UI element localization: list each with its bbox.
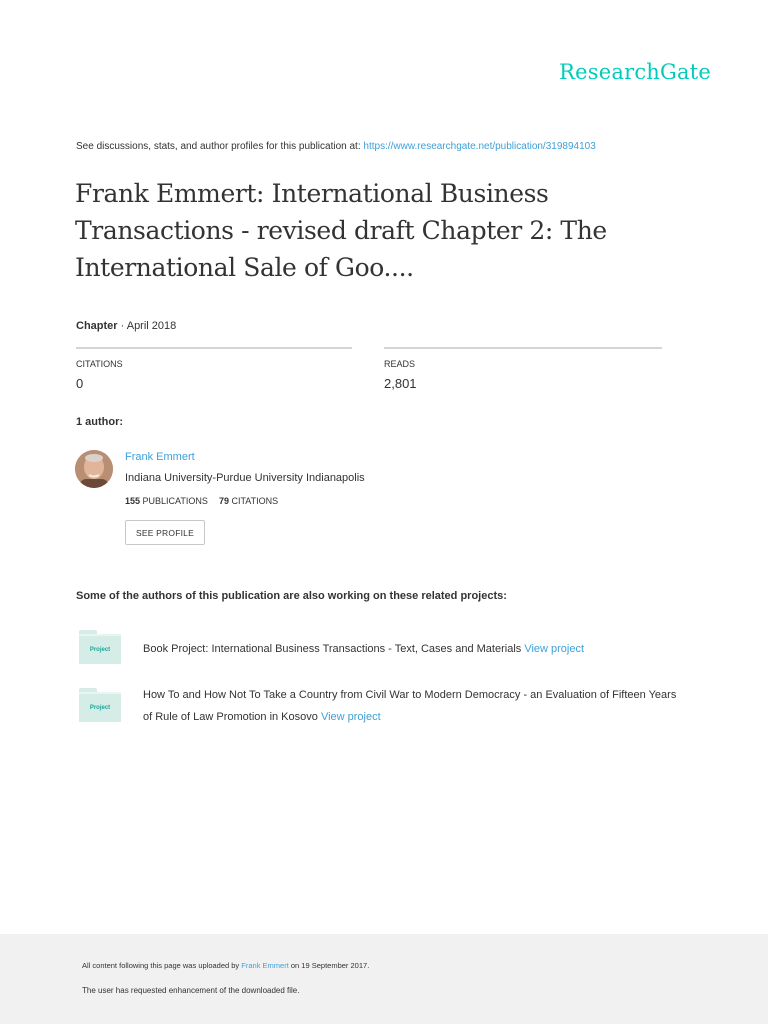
publication-type: Chapter (76, 320, 118, 332)
project-folder-icon: Project (79, 688, 121, 722)
reads-label: READS (384, 359, 416, 369)
upload-notice-suffix: on 19 September 2017. (288, 961, 370, 970)
author-institution: Indiana University-Purdue University Ind… (125, 472, 365, 484)
project-item: How To and How Not To Take a Country fro… (143, 684, 688, 728)
upload-notice: All content following this page was uplo… (82, 961, 369, 970)
author-citations-label: CITATIONS (231, 496, 279, 506)
author-publications-label: PUBLICATIONS (142, 496, 208, 506)
project-item: Book Project: International Business Tra… (143, 638, 703, 660)
author-stats: 155 PUBLICATIONS 79 CITATIONS (125, 496, 278, 506)
authors-heading: 1 author: (76, 416, 124, 428)
researchgate-logo[interactable]: ResearchGate (559, 60, 711, 84)
publication-date: · April 2018 (117, 320, 177, 332)
publication-cover-page: ResearchGate See discussions, stats, and… (0, 0, 768, 1024)
project-title: Book Project: International Business Tra… (143, 643, 525, 655)
upload-notice-prefix: All content following this page was uplo… (82, 961, 242, 970)
author-publications-count: 155 (125, 496, 141, 506)
citations-label: CITATIONS (76, 359, 123, 369)
related-projects-heading: Some of the authors of this publication … (76, 590, 507, 602)
project-title: How To and How Not To Take a Country fro… (143, 689, 677, 723)
author-avatar[interactable] (75, 450, 113, 488)
enhancement-notice: The user has requested enhancement of th… (82, 986, 300, 995)
author-photo-icon (75, 450, 113, 488)
discussion-notice-text: See discussions, stats, and author profi… (76, 141, 364, 152)
publication-meta: Chapter · April 2018 (76, 320, 176, 332)
discussion-notice: See discussions, stats, and author profi… (76, 141, 596, 152)
citations-divider (76, 347, 352, 349)
view-project-link[interactable]: View project (321, 711, 381, 723)
publication-url-link[interactable]: https://www.researchgate.net/publication… (363, 141, 595, 152)
uploader-link[interactable]: Frank Emmert (241, 961, 289, 970)
project-icon-label: Project (89, 647, 111, 653)
project-folder-icon: Project (79, 630, 121, 664)
publication-title: Frank Emmert: International Business Tra… (75, 179, 607, 282)
reads-divider (384, 347, 662, 349)
see-profile-button[interactable]: SEE PROFILE (125, 520, 205, 545)
citations-value: 0 (76, 376, 84, 391)
author-name-link[interactable]: Frank Emmert (125, 451, 195, 463)
author-citations-count: 79 (218, 496, 229, 506)
footer-panel (0, 934, 768, 1024)
view-project-link[interactable]: View project (524, 643, 584, 655)
project-icon-label: Project (89, 705, 111, 711)
reads-value: 2,801 (384, 376, 417, 391)
